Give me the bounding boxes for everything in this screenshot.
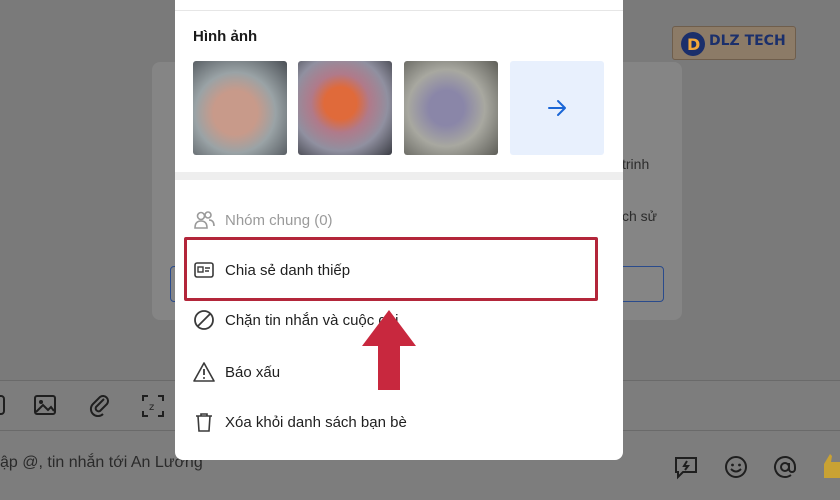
- background-dialog-text: ch sử: [622, 208, 658, 224]
- images-section-title: Hình ảnh: [193, 28, 258, 45]
- quick-reply-icon[interactable]: [673, 454, 699, 480]
- svg-text:D: D: [687, 35, 700, 54]
- background-dialog-text: trinh: [622, 156, 650, 172]
- logo-text: DLZ TECH: [709, 33, 786, 49]
- highlight-box: [184, 237, 598, 301]
- composer-placeholder[interactable]: ập @, tin nhắn tới An Lương: [0, 454, 203, 472]
- menu-item-label: Báo xấu: [225, 363, 281, 381]
- mention-icon[interactable]: [772, 454, 798, 480]
- section-divider: [175, 172, 623, 180]
- warning-icon: [193, 361, 215, 383]
- users-icon: [193, 209, 215, 231]
- menu-item-label: Xóa khỏi danh sách bạn bè: [225, 413, 407, 431]
- screenshot-icon[interactable]: z: [140, 393, 166, 419]
- divider: [175, 10, 623, 11]
- emoji-icon[interactable]: [723, 454, 749, 480]
- block-icon: [193, 309, 215, 331]
- sticker-icon[interactable]: [0, 394, 6, 416]
- menu-item-label: Nhóm chung (0): [225, 211, 333, 229]
- like-icon[interactable]: [820, 450, 840, 480]
- trash-icon: [193, 411, 215, 433]
- paperclip-icon[interactable]: [88, 393, 112, 417]
- arrow-right-icon: [548, 100, 566, 116]
- image-icon[interactable]: [33, 393, 57, 417]
- brand-logo: D DLZ TECH: [672, 26, 796, 60]
- image-thumbnail[interactable]: [404, 61, 498, 155]
- view-all-images-button[interactable]: [510, 61, 604, 155]
- annotation-arrow-icon: [362, 310, 416, 390]
- image-thumbnail[interactable]: [193, 61, 287, 155]
- logo-mark-icon: D: [681, 32, 705, 56]
- svg-text:z: z: [149, 402, 154, 413]
- image-thumbnail[interactable]: [298, 61, 392, 155]
- menu-item-remove-friend[interactable]: Xóa khỏi danh sách bạn bè: [175, 399, 623, 445]
